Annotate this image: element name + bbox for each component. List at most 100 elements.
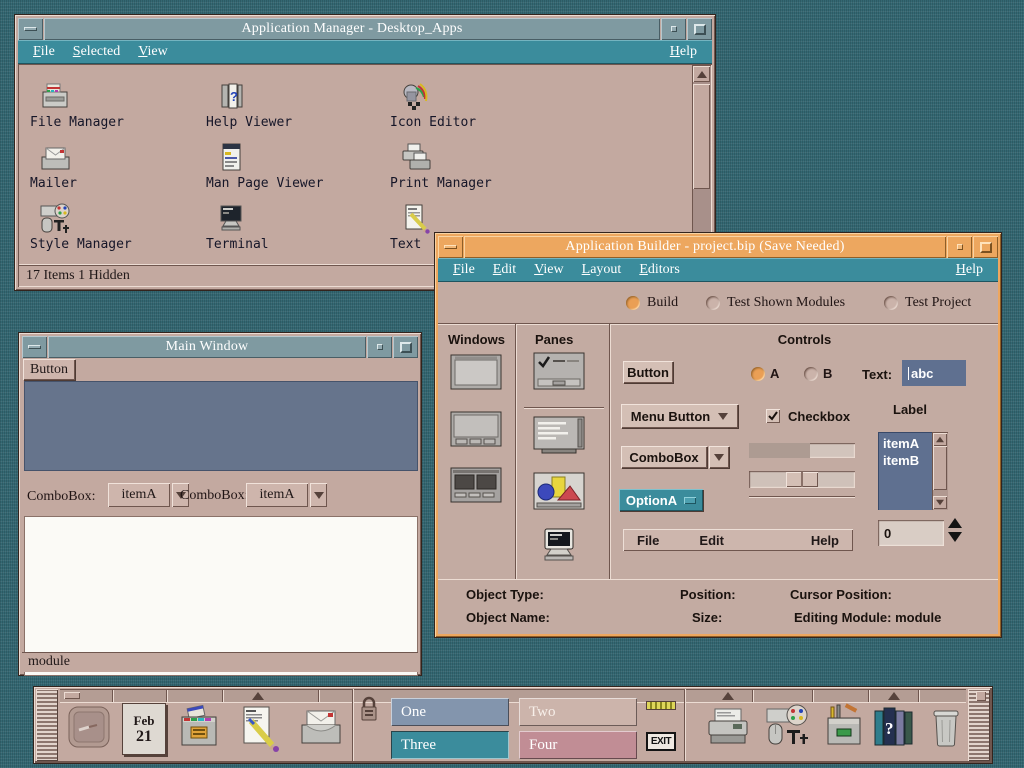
combobox-2-arrow[interactable] bbox=[310, 483, 327, 507]
window-buttons-icon bbox=[450, 411, 502, 447]
combobox-1-value[interactable]: itemA bbox=[108, 483, 170, 507]
combobox-1[interactable]: itemA bbox=[108, 483, 189, 507]
sample-menu-file[interactable]: File bbox=[637, 533, 659, 548]
subpanel-arrow-text[interactable] bbox=[252, 692, 264, 700]
panel-corner-button[interactable] bbox=[976, 691, 986, 701]
spinbox-arrows[interactable] bbox=[948, 518, 962, 542]
scroll-down-button[interactable] bbox=[933, 496, 947, 509]
window-menu-button[interactable] bbox=[22, 336, 47, 358]
file-manager-control[interactable] bbox=[176, 703, 222, 755]
slider-thumb[interactable] bbox=[786, 472, 818, 487]
text-editor-control[interactable] bbox=[235, 703, 281, 755]
minimize-button[interactable] bbox=[367, 336, 392, 358]
mailer-control[interactable] bbox=[298, 703, 344, 755]
maximize-button[interactable] bbox=[687, 18, 712, 40]
control-list[interactable]: itemAitemB bbox=[878, 432, 932, 510]
app-icon-file-manager[interactable]: File Manager bbox=[30, 80, 200, 130]
printer-control[interactable] bbox=[705, 703, 751, 755]
app-icon-mailer[interactable]: Mailer bbox=[30, 141, 200, 191]
palette-main-window[interactable] bbox=[450, 354, 502, 395]
window-menu-button[interactable] bbox=[438, 236, 463, 258]
workspace-two-button[interactable]: Two bbox=[519, 698, 637, 726]
palette-term-pane[interactable] bbox=[533, 527, 585, 570]
app-icon-man-page-viewer[interactable]: Man Page Viewer bbox=[206, 141, 376, 191]
app-icon-terminal[interactable]: Terminal bbox=[206, 202, 376, 252]
radio-test-shown-modules[interactable]: Test Shown Modules bbox=[706, 295, 845, 311]
menu-view[interactable]: View bbox=[525, 260, 573, 280]
calendar-control[interactable]: Feb 21 bbox=[122, 703, 166, 755]
control-menu-button[interactable]: Menu Button bbox=[621, 404, 738, 428]
sample-menu-help[interactable]: Help bbox=[811, 533, 839, 548]
menu-help[interactable]: Help bbox=[947, 260, 992, 280]
combobox-arrow-button[interactable] bbox=[709, 446, 729, 468]
panel-menu-button[interactable] bbox=[64, 692, 80, 699]
window-menu-button[interactable] bbox=[18, 18, 43, 40]
combobox-2[interactable]: itemA bbox=[246, 483, 327, 507]
control-slider[interactable] bbox=[749, 471, 855, 488]
trash-control[interactable] bbox=[923, 703, 969, 755]
exit-button[interactable]: EXIT bbox=[646, 732, 676, 751]
titlebar[interactable]: Application Manager - Desktop_Apps bbox=[44, 18, 660, 40]
text-field[interactable]: abc bbox=[902, 360, 966, 386]
menu-file[interactable]: File bbox=[444, 260, 484, 280]
subpanel-arrow-help[interactable] bbox=[888, 692, 900, 700]
control-checkbox[interactable] bbox=[766, 409, 780, 423]
control-radio-a[interactable]: A bbox=[751, 366, 779, 381]
workspace-four-button[interactable]: Four bbox=[519, 731, 637, 759]
maximize-button[interactable] bbox=[393, 336, 418, 358]
palette-dialog-window[interactable] bbox=[450, 411, 502, 452]
panel-left-grip[interactable] bbox=[36, 689, 58, 761]
list-scrollbar[interactable] bbox=[932, 432, 948, 510]
titlebar[interactable]: Application Builder - project.bip (Save … bbox=[464, 236, 946, 258]
titlebar[interactable]: Main Window bbox=[48, 336, 366, 358]
app-icon-icon-editor[interactable]: Icon Editor bbox=[390, 80, 560, 130]
minimize-button[interactable] bbox=[947, 236, 972, 258]
drawing-area[interactable] bbox=[24, 381, 418, 471]
workspace-one-button[interactable]: One bbox=[391, 698, 509, 726]
control-radio-b[interactable]: B bbox=[804, 366, 832, 381]
minimize-button[interactable] bbox=[661, 18, 686, 40]
control-button[interactable]: Button bbox=[623, 361, 673, 383]
combobox-2-value[interactable]: itemA bbox=[246, 483, 308, 507]
palette-draw-pane[interactable] bbox=[533, 472, 585, 515]
help-control[interactable]: ? bbox=[871, 703, 917, 755]
applications-control[interactable] bbox=[821, 703, 867, 755]
menu-file[interactable]: File bbox=[24, 42, 64, 62]
scroll-up-button[interactable] bbox=[933, 433, 947, 446]
app-icon-style-manager[interactable]: Style Manager bbox=[30, 202, 200, 252]
scrollbar-thumb[interactable] bbox=[933, 446, 947, 490]
menu-edit[interactable]: Edit bbox=[484, 260, 525, 280]
menu-help[interactable]: Help bbox=[661, 42, 706, 62]
position-label: Position: bbox=[680, 587, 736, 602]
control-combobox[interactable]: ComboBox bbox=[621, 446, 707, 468]
palette-control-pane[interactable] bbox=[533, 352, 585, 395]
lock-control[interactable] bbox=[359, 695, 379, 725]
radio-build[interactable]: Build bbox=[626, 295, 678, 311]
text-field-label: Text: bbox=[862, 367, 892, 382]
menu-selected[interactable]: Selected bbox=[64, 42, 129, 62]
subpanel-arrow-printer[interactable] bbox=[722, 692, 734, 700]
menu-view[interactable]: View bbox=[129, 42, 177, 62]
style-manager-control[interactable] bbox=[765, 703, 811, 755]
sample-button[interactable]: Button bbox=[23, 359, 75, 380]
builder-palette-area: Windows Panes Controls bbox=[438, 323, 998, 579]
spin-down-icon[interactable] bbox=[948, 532, 962, 542]
maximize-button[interactable] bbox=[973, 236, 998, 258]
control-spinbox[interactable]: 0 bbox=[878, 520, 944, 546]
clock-control[interactable] bbox=[66, 703, 112, 755]
radio-test-project[interactable]: Test Project bbox=[884, 295, 971, 311]
control-option-menu[interactable]: OptionA bbox=[619, 489, 703, 511]
menu-editors[interactable]: Editors bbox=[630, 260, 688, 280]
app-icon-print-manager[interactable]: Print Manager bbox=[390, 141, 560, 191]
palette-custom-window[interactable] bbox=[450, 467, 502, 508]
app-icon-help-viewer[interactable]: ? Help Viewer bbox=[206, 80, 376, 130]
scroll-up-button[interactable] bbox=[693, 66, 710, 82]
workspace-three-button[interactable]: Three bbox=[391, 731, 509, 759]
list-item[interactable]: itemB bbox=[883, 452, 932, 469]
palette-text-pane[interactable] bbox=[533, 416, 585, 459]
menu-layout[interactable]: Layout bbox=[573, 260, 631, 280]
sample-menu-edit[interactable]: Edit bbox=[699, 533, 724, 548]
scrollbar-thumb[interactable] bbox=[693, 84, 710, 189]
spin-up-icon[interactable] bbox=[948, 518, 962, 528]
list-item[interactable]: itemA bbox=[883, 435, 932, 452]
